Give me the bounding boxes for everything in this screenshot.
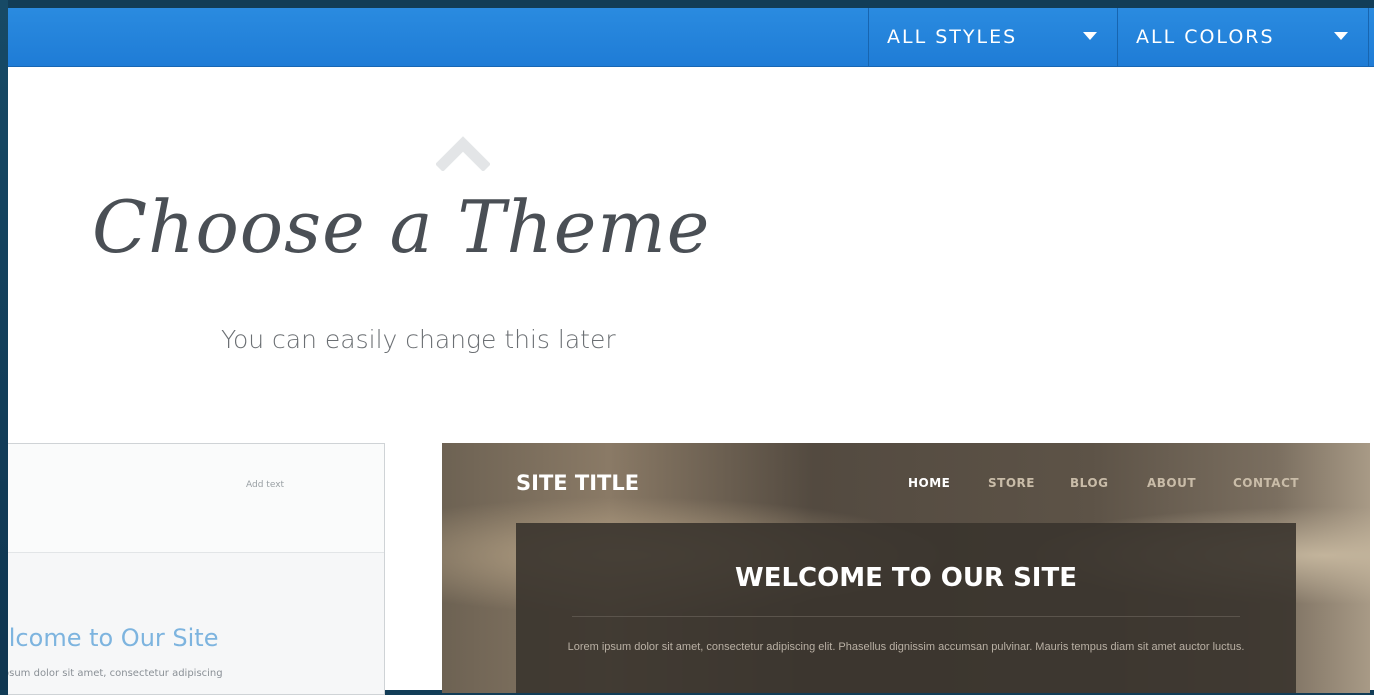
all-colors-dropdown[interactable]: ALL COLORS	[1117, 8, 1369, 66]
page-title: Choose a Theme	[92, 185, 711, 269]
nav-item-store: STORE	[988, 476, 1035, 490]
top-toolbar: ALL STYLES ALL COLORS	[8, 8, 1374, 67]
nav-item-home: HOME	[908, 476, 951, 490]
theme-preview-text: ipsum dolor sit amet, consectetur adipis…	[8, 668, 223, 679]
theme-preview-header: Add text	[8, 444, 384, 553]
chevron-down-icon	[1083, 32, 1097, 40]
nav-item-blog: BLOG	[1070, 476, 1109, 490]
main-content: Choose a Theme You can easily change thi…	[8, 67, 1374, 695]
theme-preview-card[interactable]: SITE TITLE HOME STORE BLOG ABOUT CONTACT…	[442, 443, 1370, 693]
theme-hero-title: WELCOME TO OUR SITE	[735, 563, 1077, 593]
chevron-up-icon[interactable]	[436, 135, 490, 171]
theme-hero: WELCOME TO OUR SITE Lorem ipsum dolor si…	[516, 523, 1296, 693]
divider	[572, 616, 1240, 617]
all-colors-label: ALL COLORS	[1136, 26, 1275, 48]
nav-item-about: ABOUT	[1147, 476, 1197, 490]
add-text-link: Add text	[246, 480, 285, 490]
all-styles-label: ALL STYLES	[887, 26, 1018, 48]
chevron-down-icon	[1334, 32, 1348, 40]
theme-preview-heading: elcome to Our Site	[8, 624, 219, 652]
page-subtitle: You can easily change this later	[221, 325, 616, 354]
theme-preview-card[interactable]: Add text elcome to Our Site ipsum dolor …	[8, 443, 385, 695]
theme-hero-text: Lorem ipsum dolor sit amet, consectetur …	[567, 641, 1245, 653]
theme-site-title: SITE TITLE	[516, 471, 640, 495]
window-edge	[0, 0, 8, 690]
all-styles-dropdown[interactable]: ALL STYLES	[868, 8, 1117, 66]
nav-item-contact: CONTACT	[1233, 476, 1300, 490]
